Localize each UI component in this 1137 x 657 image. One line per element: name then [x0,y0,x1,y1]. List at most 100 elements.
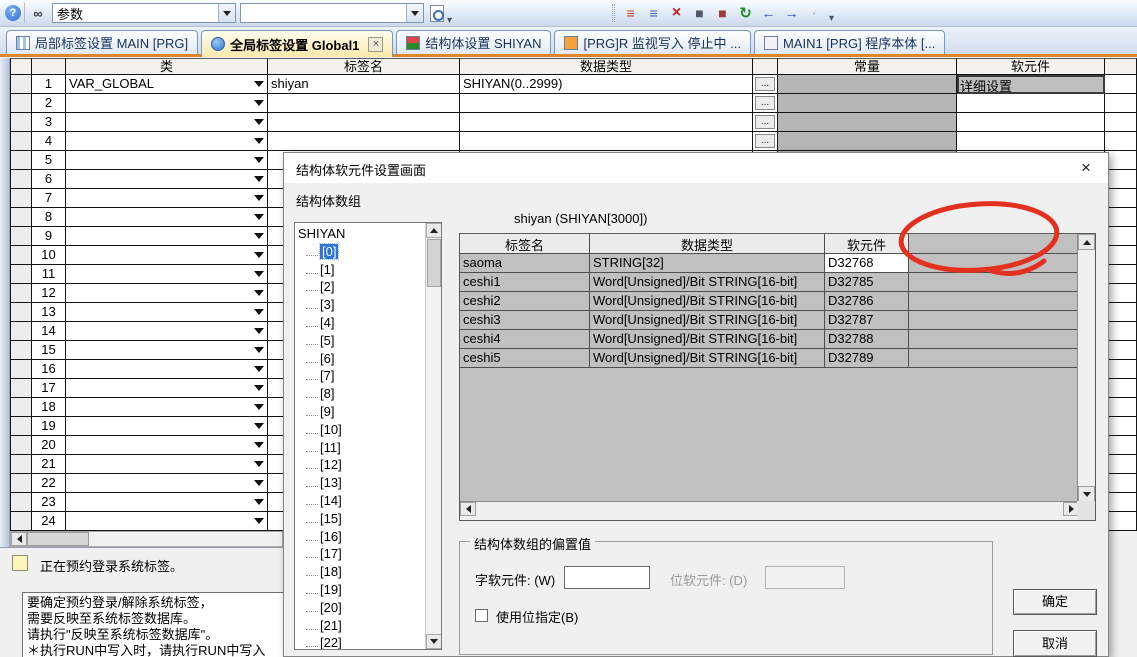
tree-item[interactable]: [5] [298,332,423,350]
row-number-cell[interactable]: 14 [32,322,66,341]
bit-device-input[interactable] [765,566,845,589]
dropdown-arrow-icon[interactable] [251,400,266,414]
dropdown-arrow-icon[interactable] [251,153,266,167]
label-name-cell[interactable] [268,113,460,132]
row-number-cell[interactable]: 12 [32,284,66,303]
refresh-icon[interactable]: ↻ [735,3,756,24]
device-register-icon[interactable]: ■ [689,3,710,24]
tree-item[interactable]: [14] [298,492,423,510]
device-cell[interactable]: 详细设置 [957,75,1105,94]
label-name-cell[interactable] [268,132,460,151]
toolbar-overflow-icon[interactable]: ▾ [447,15,452,26]
class-cell[interactable] [66,322,268,341]
tree-item[interactable]: [15] [298,510,423,528]
row-number-cell[interactable]: 17 [32,379,66,398]
dropdown-arrow-icon[interactable] [251,134,266,148]
row-number-cell[interactable]: 1 [32,75,66,94]
row-number-cell[interactable]: 16 [32,360,66,379]
toolbar-drag-handle[interactable] [612,4,615,22]
row-number-cell[interactable]: 8 [32,208,66,227]
ok-button[interactable]: 确定 [1013,589,1097,615]
scroll-up-button[interactable] [1078,234,1095,250]
tree-item[interactable]: [22] [298,634,423,650]
tree-item[interactable]: [7] [298,367,423,385]
dropdown-arrow-icon[interactable] [251,248,266,262]
dropdown-arrow-icon[interactable] [251,305,266,319]
dropdown-arrow-icon[interactable] [251,267,266,281]
tree-item[interactable]: [16] [298,528,423,546]
tree-item[interactable]: [10] [298,421,423,439]
tab-close-icon[interactable]: × [368,37,383,52]
use-bit-checkbox[interactable] [475,609,488,622]
detail-cell[interactable]: ... [753,113,778,132]
scroll-down-button[interactable] [426,634,442,649]
struct-datatype-cell[interactable]: Word[Unsigned]/Bit STRING[16-bit] [590,330,825,349]
tree-item[interactable]: [6] [298,350,423,368]
detail-dots-button[interactable]: ... [755,96,775,110]
row-number-cell[interactable]: 24 [32,512,66,531]
word-device-input[interactable] [564,566,650,589]
struct-device-cell[interactable]: D32788 [825,330,909,349]
parameter-combobox[interactable]: 参数 [52,3,236,23]
scrollbar-thumb[interactable] [27,532,89,546]
struct-label-cell[interactable]: ceshi1 [460,273,590,292]
struct-device-cell[interactable]: D32768 [825,254,909,273]
tab-monitor[interactable]: [PRG]R 监视写入 停止中 ... [554,30,750,54]
label-name-cell[interactable] [268,94,460,113]
struct-device-cell[interactable]: D32785 [825,273,909,292]
page-search-icon[interactable] [430,5,444,22]
combobox-dropdown-button[interactable] [406,4,423,22]
device-cell[interactable] [957,132,1105,151]
tree-item[interactable]: [17] [298,545,423,563]
class-cell[interactable] [66,512,268,531]
row-number-cell[interactable]: 4 [32,132,66,151]
tree-item[interactable]: [11] [298,439,423,457]
detail-cell[interactable]: ... [753,132,778,151]
tab-local-label[interactable]: 局部标签设置 MAIN [PRG] [6,30,198,54]
detail-cell[interactable]: ... [753,94,778,113]
dropdown-arrow-icon[interactable] [251,343,266,357]
struct-label-cell[interactable]: ceshi4 [460,330,590,349]
row-number-cell[interactable]: 6 [32,170,66,189]
tree-item[interactable]: [21] [298,617,423,635]
dropdown-arrow-icon[interactable] [251,362,266,376]
row-number-cell[interactable]: 13 [32,303,66,322]
help-icon[interactable]: ? [5,5,21,21]
row-number-cell[interactable]: 5 [32,151,66,170]
delete-rows-icon[interactable]: × [666,3,687,24]
dropdown-arrow-icon[interactable] [251,229,266,243]
constant-cell[interactable] [778,94,957,113]
struct-datatype-cell[interactable]: Word[Unsigned]/Bit STRING[16-bit] [590,292,825,311]
class-cell[interactable] [66,246,268,265]
struct-device-cell[interactable]: D32786 [825,292,909,311]
dropdown-arrow-icon[interactable] [251,324,266,338]
tree-item[interactable]: [8] [298,385,423,403]
constant-cell[interactable] [778,113,957,132]
tree-vertical-scrollbar[interactable] [425,223,441,649]
tree-item[interactable]: [13] [298,474,423,492]
class-cell[interactable] [66,360,268,379]
combobox-dropdown-button[interactable] [218,4,235,22]
struct-datatype-cell[interactable]: STRING[32] [590,254,825,273]
tab-structure[interactable]: 结构体设置 SHIYAN [396,30,551,54]
row-number-cell[interactable]: 3 [32,113,66,132]
scroll-left-button[interactable] [11,532,27,546]
row-number-cell[interactable]: 10 [32,246,66,265]
scrollbar-thumb[interactable] [427,239,441,287]
class-cell[interactable] [66,94,268,113]
class-cell[interactable] [66,113,268,132]
tree-item[interactable]: [4] [298,314,423,332]
row-number-cell[interactable]: 9 [32,227,66,246]
struct-label-cell[interactable]: saoma [460,254,590,273]
dropdown-arrow-icon[interactable] [251,286,266,300]
row-number-cell[interactable]: 21 [32,455,66,474]
tree-item[interactable]: [1] [298,261,423,279]
struct-datatype-cell[interactable]: Word[Unsigned]/Bit STRING[16-bit] [590,311,825,330]
tree-item[interactable]: [3] [298,296,423,314]
dropdown-arrow-icon[interactable] [251,457,266,471]
tree-item[interactable]: [9] [298,403,423,421]
table-vertical-scrollbar[interactable] [1077,234,1095,502]
class-cell[interactable] [66,265,268,284]
dropdown-arrow-icon[interactable] [251,210,266,224]
row-number-cell[interactable]: 11 [32,265,66,284]
